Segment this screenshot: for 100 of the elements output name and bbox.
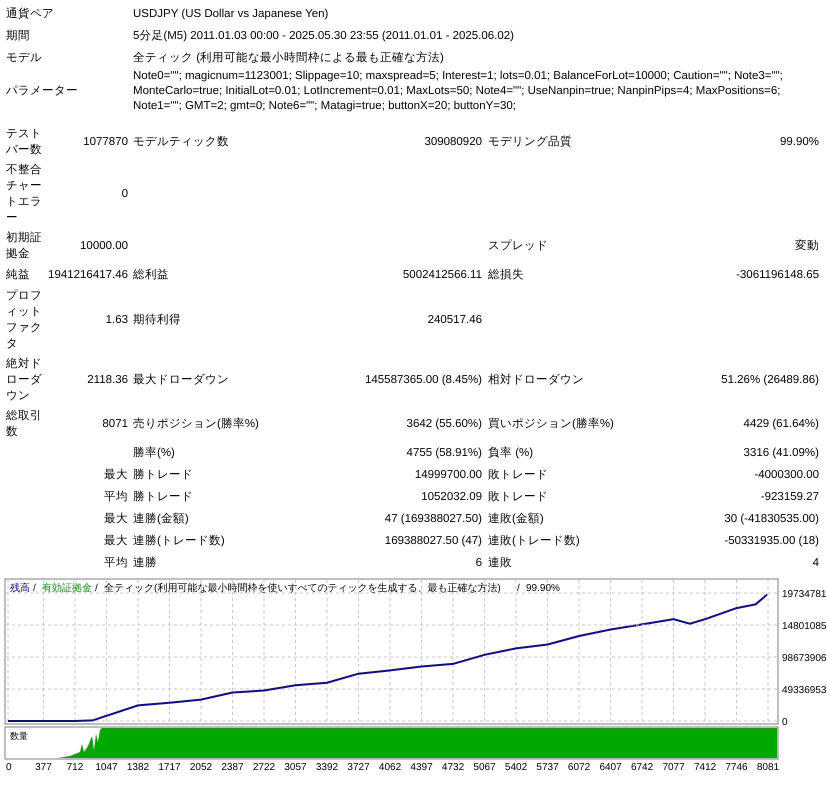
field-value: USDJPY (US Dollar vs Japanese Yen) [133,8,328,20]
stat-label: 負率 (%) [488,447,534,459]
field-value: 5分足(M5) 2011.01.03 00:00 - 2025.05.30 23:55 (2011.01.01 - 2025.06.02) [133,30,514,42]
x-axis-label: 3727 [347,762,370,772]
stat-qualifier: 平均 [104,491,128,503]
x-axis-label: 7077 [662,762,685,772]
stat-qualifier: 最大 [104,535,128,547]
x-axis-label: 2387 [221,762,244,772]
stat-value: 169388027.50 (47) [384,535,482,547]
stat-label: 勝トレード [133,491,193,503]
stat-label: 勝率(%) [133,447,175,459]
legend-separator: / [95,583,98,594]
stat-label: 総利益 [133,269,169,281]
field-value: 全ティック (利用可能な最小時間枠による最も正確な方法) [133,52,444,64]
stat-value: 3316 (41.09%) [744,447,819,459]
stat-value: 4429 (61.64%) [744,418,819,430]
stat-label: 絶対ドローダウン [6,358,42,402]
x-axis-label: 7412 [694,762,716,772]
stat-value: -50331935.00 (18) [724,535,819,547]
stat-value: 99.90% [780,136,819,148]
stat-label: 初期証拠金 [6,232,42,260]
stat-value: 51.26% (26489.86) [721,374,819,386]
field-label: モデル [6,52,42,64]
stat-qualifier: 平均 [104,557,128,569]
stat-label: モデルティック数 [133,136,229,148]
stat-label: スプレッド [488,240,548,252]
x-axis-label: 4397 [410,762,433,772]
x-axis-label: 8081 [756,762,780,772]
x-axis-label: 6742 [630,762,654,772]
stat-value: 145587365.00 (8.45%) [364,374,482,386]
x-axis-label: 4732 [442,762,464,772]
x-axis-label: 4062 [378,762,402,772]
field-label: 期間 [6,30,30,42]
stat-label: 連敗(トレード数) [488,535,580,547]
y-axis-label: 98673906 [782,653,826,664]
x-axis-label: 2052 [190,762,212,772]
stat-label: 連勝(金額) [133,513,189,525]
stat-label: 敗トレード [488,469,548,481]
stat-value: 1077870 [83,136,128,148]
field-value: Note0=""; magicnum=1123001; Slippage=10; maxspread=5; Interest=1; lots=0.01; BalanceForLot=10000; Caution=""; Note3=""; MonteCarlo=true; InitialLot=0.01; LotIncrement=0.01; MaxLots=50; Note4=""; UseNanpin=true; NanpinPips=4; MaxPositions=6; Note1=""; GMT=2; gmt=0; Note6=""; Matagi=true; buttonX=20; buttonY=30; [133,70,783,112]
stat-label: テストバー数 [6,128,42,156]
stat-label: 相対ドローダウン [488,374,584,386]
stat-value: 1941216417.46 [48,269,128,281]
stat-label: 総損失 [488,269,524,281]
legend-text: 有効証拠金 [42,583,92,594]
x-axis-label: 6407 [599,762,622,772]
stat-value: 14999700.00 [414,469,482,481]
stat-value: 47 (169388027.50) [384,513,482,525]
stat-label: 最大ドローダウン [133,374,229,386]
x-axis-label: 1382 [126,762,150,772]
stat-label: 総取引数 [6,410,42,438]
x-axis-label: 5402 [504,762,528,772]
stat-label: モデリング品質 [488,136,572,148]
legend-separator: / [33,583,36,594]
y-axis-label: 0 [782,717,788,728]
stat-label: 純益 [6,269,30,281]
stat-value: -923159.27 [760,491,819,503]
stat-label: 連勝(トレード数) [133,535,225,547]
stat-qualifier: 最大 [104,513,128,525]
stat-label: 敗トレード [488,491,548,503]
volume-label: 数量 [10,731,28,741]
x-axis-label: 7746 [725,762,748,772]
stat-label: 買いポジション(勝率%) [488,418,614,430]
stat-value: 240517.46 [428,314,482,326]
stat-value: 2118.36 [87,374,128,386]
stat-value: 4 [812,557,819,569]
y-axis-label: 14801085 [782,621,826,632]
x-axis-label: 377 [35,762,52,772]
x-axis-label: 712 [66,762,84,772]
stat-label: 期待利得 [133,314,181,326]
legend-text: 99.90% [526,583,560,594]
stat-label: 売りポジション(勝率%) [133,418,259,430]
stat-value: 30 (-41830535.00) [724,513,819,525]
stat-value: 8071 [102,418,128,430]
stat-value: 6 [476,557,482,569]
x-axis-label: 1047 [95,762,118,772]
stat-value: 0 [122,188,128,200]
field-label: パラメーター [6,85,78,97]
stat-value: 4755 (58.91%) [406,447,482,459]
legend-separator: / [517,583,520,594]
y-axis-label: 19734781 [782,589,826,600]
stat-value: -3061196148.65 [736,269,819,281]
x-axis-label: 1717 [158,762,181,772]
x-axis-label: 5067 [473,762,496,772]
y-axis-label: 49336953 [782,685,826,696]
stat-value: 1.63 [106,314,128,326]
stat-qualifier: 最大 [104,469,128,481]
legend-text: 残高 [10,583,30,594]
stat-value: 3642 (55.60%) [406,418,482,430]
field-label: 通貨ペア [6,8,54,20]
stat-value: -4000300.00 [754,469,819,481]
x-axis-label: 6072 [568,762,590,772]
x-axis-label: 2722 [252,762,276,772]
stat-label: 不整合チャートエラー [6,164,42,224]
x-axis-label: 0 [6,762,12,772]
stat-value: 10000.00 [80,240,128,252]
stat-label: 連敗 [488,557,512,569]
stat-label: プロフィットファクタ [6,290,42,350]
stat-value: 309080920 [424,136,482,148]
stat-value: 5002412566.11 [402,269,482,281]
